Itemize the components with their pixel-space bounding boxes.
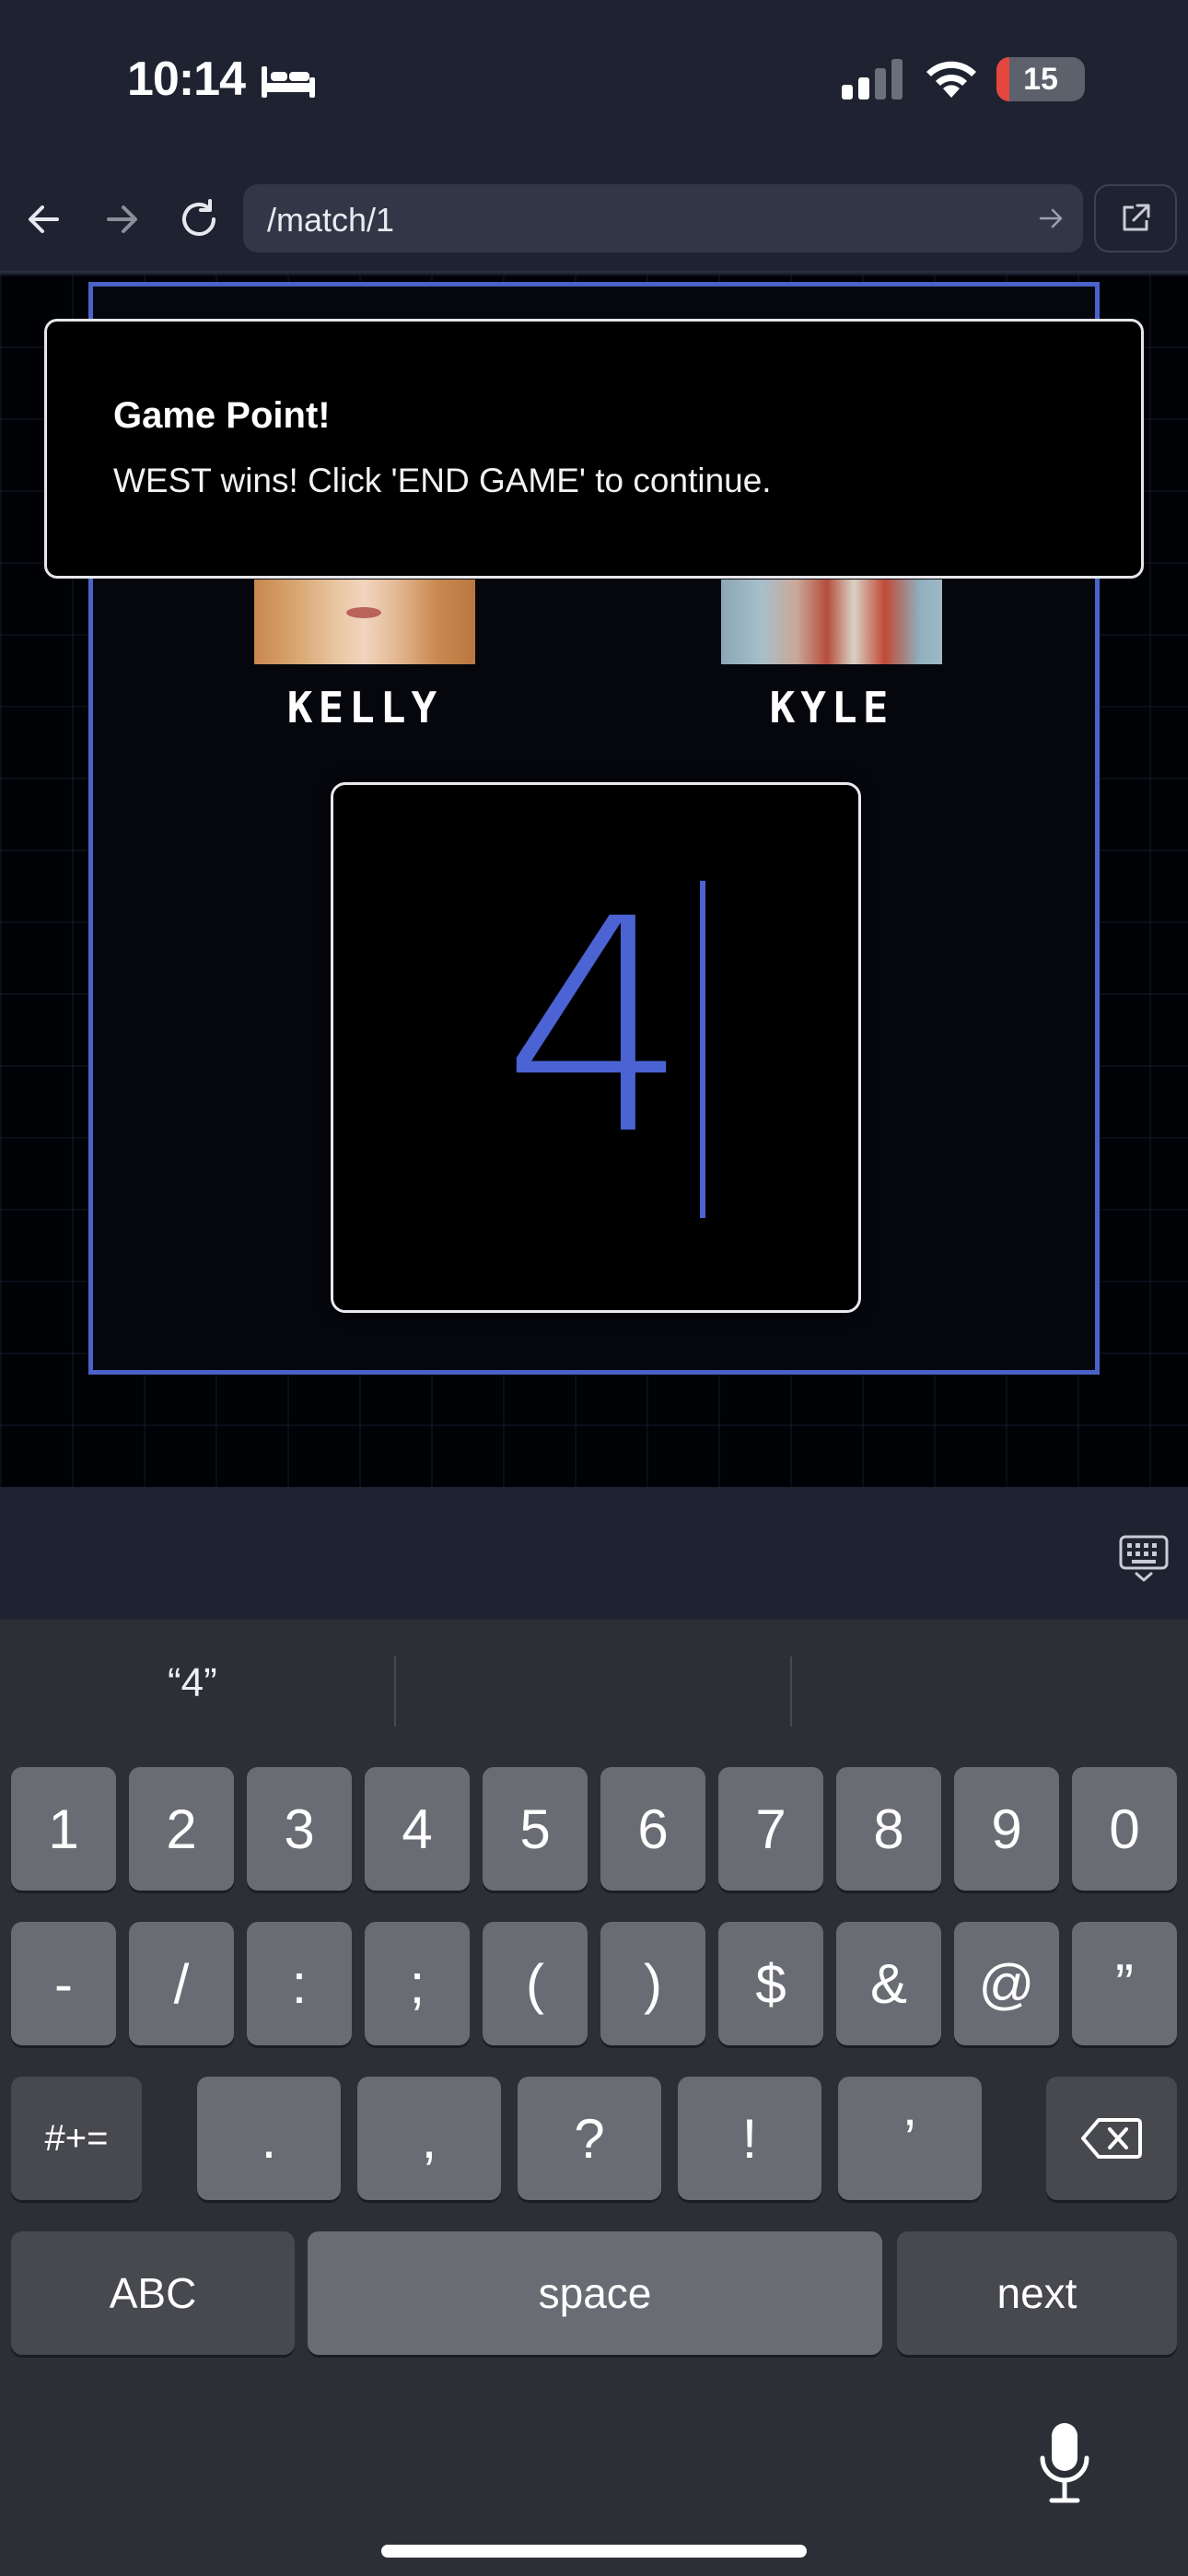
suggestion-divider — [790, 1657, 792, 1727]
delete-key[interactable] — [1046, 2077, 1177, 2200]
wifi-icon — [926, 61, 976, 98]
suggestion-bar: “4” — [0, 1620, 1188, 1758]
key-2[interactable]: 2 — [129, 1767, 234, 1891]
score-input[interactable]: 4 — [331, 782, 861, 1313]
microphone-icon[interactable] — [1039, 2421, 1090, 2504]
external-link-icon — [1123, 204, 1150, 231]
open-external-button[interactable] — [1094, 184, 1177, 252]
key-8[interactable]: 8 — [836, 1767, 941, 1891]
key-symbols[interactable]: #+= — [11, 2077, 142, 2200]
cellular-signal-icon — [842, 59, 903, 100]
key-colon[interactable]: : — [247, 1922, 352, 2045]
status-time: 10:14 — [127, 53, 246, 106]
status-bar: 10:14 15 — [0, 0, 1188, 166]
key-9[interactable]: 9 — [954, 1767, 1059, 1891]
numeric-keyboard: “4” 1 2 3 4 5 6 7 8 9 0 - / : ; ( ) $ & … — [0, 1620, 1188, 2576]
player-name-kelly: KELLY — [286, 683, 443, 732]
key-0[interactable]: 0 — [1072, 1767, 1177, 1891]
key-7[interactable]: 7 — [718, 1767, 823, 1891]
toast-message: WEST wins! Click 'END GAME' to continue. — [113, 462, 772, 499]
keyboard-dismiss-icon[interactable] — [1118, 1533, 1170, 1585]
suggestion-1[interactable]: “4” — [168, 1660, 217, 1706]
reload-button[interactable] — [173, 193, 225, 245]
url-bar[interactable]: /match/1 — [243, 184, 1083, 252]
key-5[interactable]: 5 — [483, 1767, 588, 1891]
player-name-kyle: KYLE — [769, 683, 894, 732]
backspace-icon — [1081, 2118, 1142, 2159]
key-ampersand[interactable]: & — [836, 1922, 941, 2045]
player-photo-kelly — [254, 580, 475, 664]
go-arrow-icon[interactable] — [1037, 205, 1065, 232]
key-apostrophe[interactable]: ’ — [838, 2077, 982, 2200]
key-comma[interactable]: , — [357, 2077, 501, 2200]
key-quote[interactable]: ” — [1072, 1922, 1177, 2045]
key-period[interactable]: . — [197, 2077, 341, 2200]
key-semicolon[interactable]: ; — [365, 1922, 470, 2045]
key-abc[interactable]: ABC — [11, 2231, 295, 2355]
key-next[interactable]: next — [897, 2231, 1177, 2355]
key-minus[interactable]: - — [11, 1922, 116, 2045]
key-open-paren[interactable]: ( — [483, 1922, 588, 2045]
bed-icon — [262, 66, 315, 98]
key-slash[interactable]: / — [129, 1922, 234, 2045]
photo-detail — [346, 607, 381, 618]
browser-toolbar: /match/1 — [0, 166, 1188, 273]
key-at[interactable]: @ — [954, 1922, 1059, 2045]
battery-level-text: 15 — [1023, 62, 1058, 97]
forward-button[interactable] — [96, 193, 147, 245]
key-1[interactable]: 1 — [11, 1767, 116, 1891]
keyboard-accessory-bar — [0, 1487, 1188, 1620]
key-close-paren[interactable]: ) — [600, 1922, 705, 2045]
arrow-right-icon — [107, 205, 137, 233]
key-dollar[interactable]: $ — [718, 1922, 823, 2045]
reload-icon — [182, 199, 215, 236]
home-indicator — [381, 2545, 807, 2558]
key-exclamation[interactable]: ! — [678, 2077, 821, 2200]
battery-icon: 15 — [996, 57, 1085, 101]
toast-title: Game Point! — [113, 395, 331, 436]
game-point-toast: Game Point! WEST wins! Click 'END GAME' … — [44, 319, 1144, 579]
suggestion-divider — [394, 1657, 396, 1727]
arrow-left-icon — [29, 205, 59, 233]
battery-nub — [1079, 71, 1085, 88]
key-4[interactable]: 4 — [365, 1767, 470, 1891]
key-6[interactable]: 6 — [600, 1767, 705, 1891]
key-3[interactable]: 3 — [247, 1767, 352, 1891]
score-input-value: 4 — [502, 857, 690, 1200]
player-photo-kyle — [721, 580, 942, 664]
text-caret — [700, 881, 705, 1218]
url-text: /match/1 — [267, 201, 395, 239]
key-space[interactable]: space — [308, 2231, 882, 2355]
back-button[interactable] — [18, 193, 70, 245]
key-question[interactable]: ? — [518, 2077, 661, 2200]
